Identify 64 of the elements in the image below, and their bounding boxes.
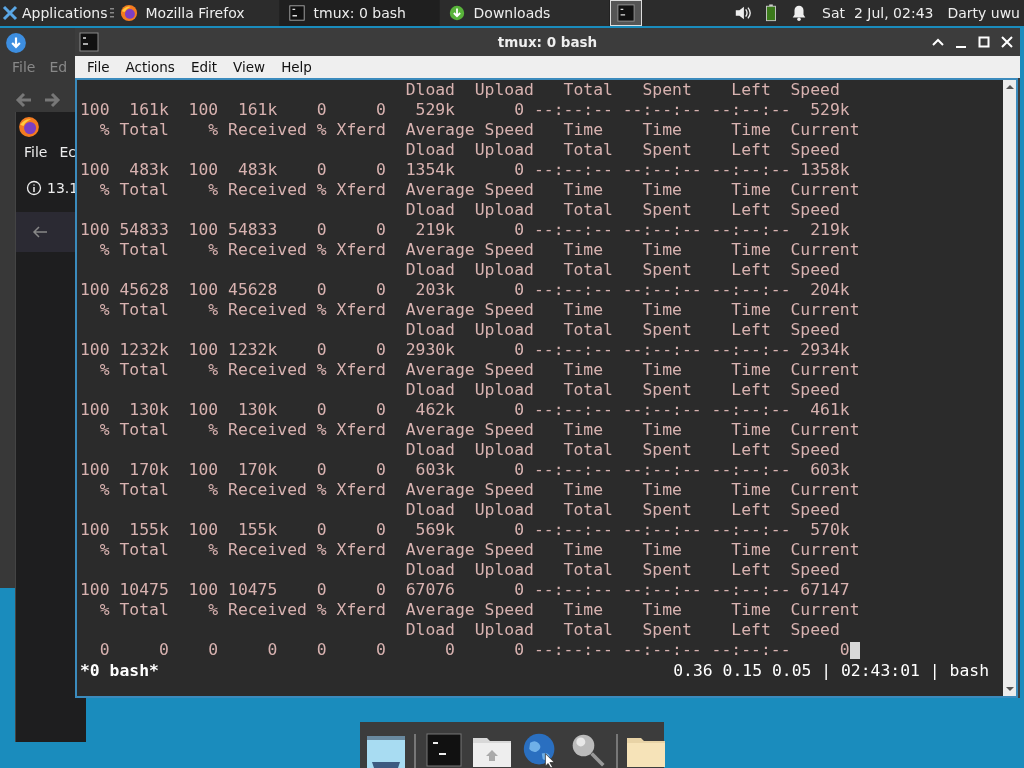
- menu-item[interactable]: Edit: [190, 59, 218, 75]
- x-logo-icon: [2, 5, 18, 21]
- menu-item[interactable]: Help: [281, 59, 312, 75]
- menu-item[interactable]: View: [233, 59, 266, 75]
- terminal-line: % Total % Received % Xferd Average Speed Time Time Time Current: [98, 120, 860, 140]
- taskbar-button[interactable]: tmux: 0 bash: [279, 0, 440, 26]
- terminal-line: Dload Upload Total Spent Left Speed: [404, 80, 840, 100]
- terminal-line: 100 155k 100 155k 0 0 569k 0 --:--:-- --:--:-- --:--:-- 570k: [80, 520, 850, 540]
- terminal-line: 100 1232k 100 1232k 0 0 2930k 0 --:--:-- --:--:-- --:--:-- 2934k: [80, 340, 850, 360]
- terminal-line: % Total % Received % Xferd Average Speed Time Time Time Current: [98, 420, 860, 440]
- terminal-line: Dload Upload Total Spent Left Speed: [404, 140, 840, 160]
- terminal-line: 100 10475 100 10475 0 0 67076 0 --:--:-- --:--:-- --:--:-- 67147: [80, 580, 850, 600]
- taskbar-button[interactable]: Mozilla Firefox: [119, 0, 280, 26]
- terminal-line: % Total % Received % Xferd Average Speed Time Time Time Current: [98, 240, 860, 260]
- download-icon: [5, 32, 27, 54]
- terminal-line: Dload Upload Total Spent Left Speed: [404, 620, 840, 640]
- tmux-window-label: *0 bash*: [80, 660, 159, 680]
- terminal-line: Dload Upload Total Spent Left Speed: [404, 440, 840, 460]
- menu-item[interactable]: File: [87, 59, 110, 75]
- terminal-icon: [616, 4, 635, 22]
- terminal-line: Dload Upload Total Spent Left Speed: [404, 320, 840, 340]
- terminal-line: % Total % Received % Xferd Average Speed Time Time Time Current: [98, 180, 860, 200]
- terminal-line: Dload Upload Total Spent Left Speed: [404, 500, 840, 520]
- download-icon: [447, 4, 466, 22]
- terminal-line: % Total % Received % Xferd Average Speed Time Time Time Current: [98, 360, 860, 380]
- terminal-icon: [79, 32, 99, 52]
- terminal-line: 100 161k 100 161k 0 0 529k 0 --:--:-- --:--:-- --:--:-- 529k: [80, 100, 850, 120]
- user-name[interactable]: Darty uwu: [947, 5, 1020, 21]
- terminal-icon: [287, 4, 306, 22]
- workspace-button[interactable]: [609, 0, 642, 26]
- browser-icon: [18, 116, 40, 138]
- maximize-icon[interactable]: [977, 35, 991, 49]
- info-text: 13.1: [47, 180, 79, 196]
- terminal-line: 100 130k 100 130k 0 0 462k 0 --:--:-- --:--:-- --:--:-- 461k: [80, 400, 850, 420]
- menu-item[interactable]: Actions: [125, 59, 175, 75]
- scrollbar[interactable]: [1003, 80, 1016, 696]
- tmux-status-text: 0.36 0.15 0.05 | 02:43:01 | bash: [673, 660, 989, 680]
- terminal-line: 100 483k 100 483k 0 0 1354k 0 --:--:-- --:--:-- --:--:-- 1358k: [80, 160, 850, 180]
- terminal-line: % Total % Received % Xferd Average Speed Time Time Time Current: [98, 540, 860, 560]
- applications-menu[interactable]: Applications: [0, 0, 110, 26]
- terminal-line: Dload Upload Total Spent Left Speed: [404, 200, 840, 220]
- terminal-line: Dload Upload Total Spent Left Speed: [404, 380, 840, 400]
- menu-item[interactable]: File: [24, 144, 48, 160]
- terminal-line: 100 54833 100 54833 0 0 219k 0 --:--:-- --:--:-- --:--:-- 219k: [80, 220, 850, 240]
- close-icon[interactable]: [1000, 35, 1014, 49]
- info-icon: [26, 180, 42, 196]
- text-cursor: [849, 641, 860, 659]
- terminal-line: Dload Upload Total Spent Left Speed: [404, 560, 840, 580]
- terminal-line: 0 0 0 0 0 0 0 0 --:--:-- --:--:-- --:--:-- 0: [98, 640, 850, 660]
- terminal-line: 100 45628 100 45628 0 0 203k 0 --:--:-- --:--:-- --:--:-- 204k: [80, 280, 850, 300]
- scroll-down-icon[interactable]: [1004, 685, 1015, 693]
- browser-icon: [119, 4, 138, 22]
- terminal-line: 100 170k 100 170k 0 0 603k 0 --:--:-- --:--:-- --:--:-- 603k: [80, 460, 850, 480]
- terminal-line: % Total % Received % Xferd Average Speed Time Time Time Current: [98, 300, 860, 320]
- terminal-line: Dload Upload Total Spent Left Speed: [404, 260, 840, 280]
- handle-icon: [109, 7, 114, 19]
- terminal-line: % Total % Received % Xferd Average Speed Time Time Time Current: [98, 480, 860, 500]
- terminal-line: % Total % Received % Xferd Average Speed Time Time Time Current: [98, 600, 860, 620]
- menu-item[interactable]: Ec: [59, 144, 76, 160]
- terminal-icon[interactable]: [424, 732, 464, 768]
- scroll-up-icon[interactable]: [1004, 83, 1015, 91]
- clock-text[interactable]: Sat 2 Jul, 02:43: [822, 5, 934, 21]
- window-title: tmux: 0 bash: [497, 34, 598, 50]
- volume-icon[interactable]: [734, 4, 753, 22]
